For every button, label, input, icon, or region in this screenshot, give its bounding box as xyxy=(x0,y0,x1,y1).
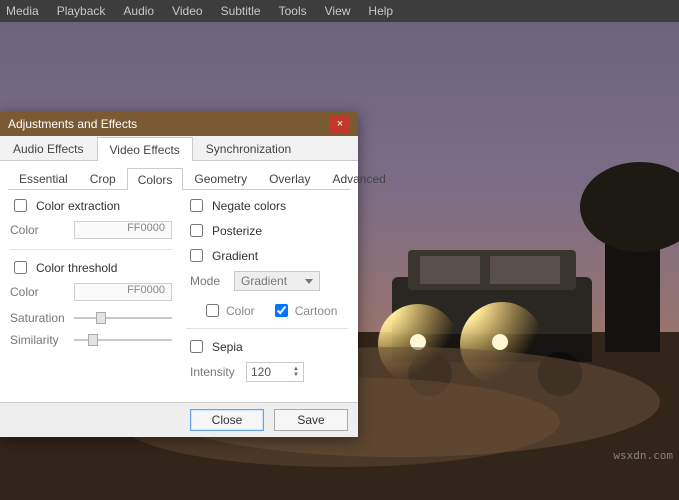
tab-synchronization[interactable]: Synchronization xyxy=(193,136,304,160)
tab-video-effects[interactable]: Video Effects xyxy=(97,137,193,161)
tab-crop[interactable]: Crop xyxy=(79,167,127,189)
intensity-spinner[interactable]: 120 ▲▼ xyxy=(246,362,304,382)
dialog-footer: Close Save xyxy=(0,402,358,437)
effects-dialog: Adjustments and Effects × Audio Effects … xyxy=(0,112,358,437)
close-icon[interactable]: × xyxy=(330,115,350,133)
extraction-color-input[interactable]: FF0000 xyxy=(74,221,172,239)
posterize-checkbox[interactable] xyxy=(190,224,203,237)
tab-advanced[interactable]: Advanced xyxy=(321,167,396,189)
watermark-text: wsxdn.com xyxy=(613,449,673,462)
menu-playback[interactable]: Playback xyxy=(57,4,106,18)
dialog-titlebar[interactable]: Adjustments and Effects × xyxy=(0,112,358,136)
threshold-color-input[interactable]: FF0000 xyxy=(74,283,172,301)
tab-colors[interactable]: Colors xyxy=(127,168,184,190)
sepia-checkbox[interactable] xyxy=(190,340,203,353)
tab-audio-effects[interactable]: Audio Effects xyxy=(0,136,97,160)
save-button[interactable]: Save xyxy=(274,409,348,431)
sepia-label: Sepia xyxy=(212,340,243,354)
color-extraction-label: Color extraction xyxy=(36,199,120,213)
color-extraction-checkbox[interactable] xyxy=(14,199,27,212)
saturation-slider[interactable] xyxy=(74,311,172,325)
gradient-cartoon-opt: Cartoon xyxy=(295,304,338,318)
color-threshold-checkbox[interactable] xyxy=(14,261,27,274)
posterize-label: Posterize xyxy=(212,224,262,238)
menu-audio[interactable]: Audio xyxy=(123,4,154,18)
dialog-title: Adjustments and Effects xyxy=(8,117,137,131)
main-tabs: Audio Effects Video Effects Synchronizat… xyxy=(0,136,358,161)
color-threshold-label: Color threshold xyxy=(36,261,117,275)
menu-help[interactable]: Help xyxy=(368,4,393,18)
threshold-color-label: Color xyxy=(10,285,66,299)
gradient-mode-label: Mode xyxy=(190,274,226,288)
gradient-checkbox[interactable] xyxy=(190,249,203,262)
saturation-label: Saturation xyxy=(10,311,66,325)
caret-down-icon[interactable]: ▼ xyxy=(293,372,299,378)
extraction-color-label: Color xyxy=(10,223,66,237)
gradient-mode-value: Gradient xyxy=(241,274,287,288)
app-menubar[interactable]: Media Playback Audio Video Subtitle Tool… xyxy=(0,0,679,22)
menu-view[interactable]: View xyxy=(325,4,351,18)
gradient-color-opt: Color xyxy=(226,304,255,318)
menu-tools[interactable]: Tools xyxy=(279,4,307,18)
menu-media[interactable]: Media xyxy=(6,4,39,18)
menu-video[interactable]: Video xyxy=(172,4,202,18)
negate-colors-label: Negate colors xyxy=(212,199,286,213)
gradient-mode-select[interactable]: Gradient xyxy=(234,271,320,291)
tab-essential[interactable]: Essential xyxy=(8,167,79,189)
menu-subtitle[interactable]: Subtitle xyxy=(221,4,261,18)
intensity-label: Intensity xyxy=(190,365,238,379)
chevron-down-icon xyxy=(305,279,313,284)
gradient-label: Gradient xyxy=(212,249,258,263)
tab-overlay[interactable]: Overlay xyxy=(258,167,321,189)
similarity-slider[interactable] xyxy=(74,333,172,347)
gradient-color-checkbox[interactable] xyxy=(206,304,219,317)
gradient-cartoon-checkbox[interactable] xyxy=(275,304,288,317)
sub-tabs: Essential Crop Colors Geometry Overlay A… xyxy=(8,167,350,190)
tab-geometry[interactable]: Geometry xyxy=(183,167,258,189)
negate-colors-checkbox[interactable] xyxy=(190,199,203,212)
intensity-value: 120 xyxy=(251,365,271,379)
similarity-label: Similarity xyxy=(10,333,66,347)
close-button[interactable]: Close xyxy=(190,409,264,431)
